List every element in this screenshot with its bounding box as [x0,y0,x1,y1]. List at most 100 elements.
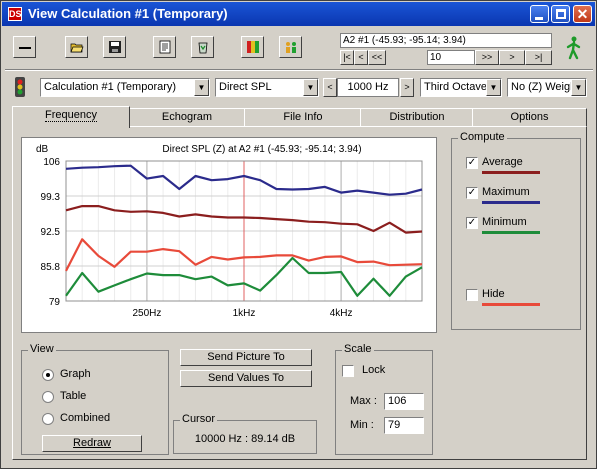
nav-prev-page-button[interactable]: << [368,50,386,65]
nav-last-button[interactable]: >| [525,50,552,65]
scale-min-input[interactable]: 79 [384,417,424,434]
graph-label: Graph [60,368,91,380]
nav-next-page-button[interactable]: >> [475,50,499,65]
spl-chart[interactable]: 106 99.3 92.5 85.8 79 250Hz 1kHz 4kHz Direct SPL… [21,137,437,333]
spl-chart-svg: 106 99.3 92.5 85.8 79 250Hz 1kHz 4kHz Direct SPL… [36,144,423,319]
chevron-down-icon[interactable]: ▼ [486,79,501,96]
y-tick-label: 106 [43,157,60,168]
chevron-down-icon[interactable]: ▼ [194,79,209,96]
compute-average-checkbox[interactable]: ✓ [466,157,478,169]
document-icon [159,40,171,54]
compute-minimum-swatch [482,231,540,234]
lock-checkbox[interactable] [342,365,354,377]
compute-average-swatch [482,171,540,174]
calculation-select[interactable]: Calculation #1 (Temporary) ▼ [40,78,210,97]
menu-dash-button[interactable] [13,36,36,58]
frequency-field[interactable]: 1000 Hz [337,78,399,97]
y-tick-label: 85.8 [41,262,61,273]
cursor-title: Cursor [180,413,218,425]
floppy-disk-icon [109,41,121,53]
y-tick-label: 79 [49,297,61,308]
calculation-value: Calculation #1 (Temporary) [44,81,177,93]
frequency-increase-button[interactable]: > [400,78,414,97]
app-window: DS View Calculation #1 (Temporary) ✕ A2 … [0,0,597,469]
x-tick-label: 4kHz [330,308,353,319]
nav-first-button[interactable]: |< [340,50,354,65]
minimize-button[interactable] [530,5,549,23]
tab-echogram[interactable]: Echogram [128,108,246,126]
nav-next-button[interactable]: > [499,50,525,65]
lock-label: Lock [362,364,386,376]
window-title: View Calculation #1 (Temporary) [28,6,228,21]
weighting-value: No (Z) Weight [511,81,580,93]
compute-maximum-checkbox[interactable]: ✓ [466,187,478,199]
tab-options[interactable]: Options [472,108,587,126]
min-label: Min : [350,419,374,431]
weighting-select[interactable]: No (Z) Weight ▼ [507,78,587,97]
toolbar-separator [5,69,593,71]
close-button[interactable]: ✕ [573,5,592,23]
tab-frequency[interactable]: Frequency [12,106,130,128]
recycle-bin-button[interactable] [191,36,214,58]
compute-average-label: Average [482,156,523,168]
audience-colored-icon [247,41,259,53]
x-tick-label: 1kHz [233,308,256,319]
parameter-select[interactable]: Direct SPL ▼ [215,78,319,97]
band-value: Third Octave [424,81,487,93]
receiver-location: A2 #1 (-45.93; -95.14; 3.94) [340,33,552,48]
send-picture-button[interactable]: Send Picture To [180,349,312,366]
folder-open-icon [70,43,84,53]
scale-max-input[interactable]: 106 [384,393,424,410]
compute-hide-label: Hide [482,288,505,300]
tab-file-info[interactable]: File Info [244,108,362,126]
nav-prev-button[interactable]: < [354,50,368,65]
compute-maximum-label: Maximum [482,186,530,198]
chevron-down-icon[interactable]: ▼ [303,79,318,96]
app-icon: DS [8,7,22,21]
people-group-icon [286,42,296,53]
chevron-down-icon[interactable]: ▼ [571,79,586,96]
view-group: View Graph Table Combined Redraw [21,343,169,455]
cursor-group: Cursor 10000 Hz : 89.14 dB [173,413,317,454]
frequency-decrease-button[interactable]: < [323,78,337,97]
band-select[interactable]: Third Octave ▼ [420,78,502,97]
title-bar[interactable]: DS View Calculation #1 (Temporary) ✕ [2,2,595,26]
document-button[interactable] [153,36,176,58]
parameter-value: Direct SPL [219,81,272,93]
compute-title: Compute [458,131,507,143]
receiver-navigator: A2 #1 (-45.93; -95.14; 3.94) |< < << 10 … [340,33,552,65]
chart-title: Direct SPL (Z) at A2 #1 (-45.93; -95.14;… [162,144,361,155]
recycle-bin-icon [198,42,208,54]
y-tick-label: 92.5 [41,227,61,238]
cursor-readout: 10000 Hz : 89.14 dB [194,433,296,445]
combined-radio[interactable] [42,413,54,425]
compute-hide-checkbox[interactable] [466,289,478,301]
table-label: Table [60,390,87,402]
compute-minimum-label: Minimum [482,216,527,228]
graph-radio[interactable] [42,369,54,381]
tab-distribution[interactable]: Distribution [360,108,474,126]
audience-group-button[interactable] [279,36,302,58]
traffic-light-icon [15,77,25,97]
y-tick-label: 99.3 [41,192,61,203]
send-values-button[interactable]: Send Values To [180,370,312,387]
frequency-page: 106 99.3 92.5 85.8 79 250Hz 1kHz 4kHz Direct SPL… [12,126,587,460]
compute-group: Compute ✓ Average ✓ Maximum ✓ Minimum Hide [451,131,581,330]
y-axis-label: dB [36,144,49,155]
scale-title: Scale [342,343,374,355]
compute-minimum-checkbox[interactable]: ✓ [466,217,478,229]
scale-group: Scale Lock Max : 106 Min : 79 [335,343,433,455]
compute-hide-swatch [482,303,540,306]
view-title: View [28,343,56,355]
max-label: Max : [350,395,377,407]
combined-label: Combined [60,412,111,424]
compute-maximum-swatch [482,201,540,204]
walking-man-icon[interactable] [564,36,584,60]
save-button[interactable] [103,36,126,58]
table-radio[interactable] [42,391,54,403]
receiver-index-field[interactable]: 10 [427,50,475,65]
maximize-button[interactable] [551,5,570,23]
open-folder-button[interactable] [65,36,88,58]
audience-color-button[interactable] [241,36,264,58]
redraw-button[interactable]: Redraw [42,435,142,452]
